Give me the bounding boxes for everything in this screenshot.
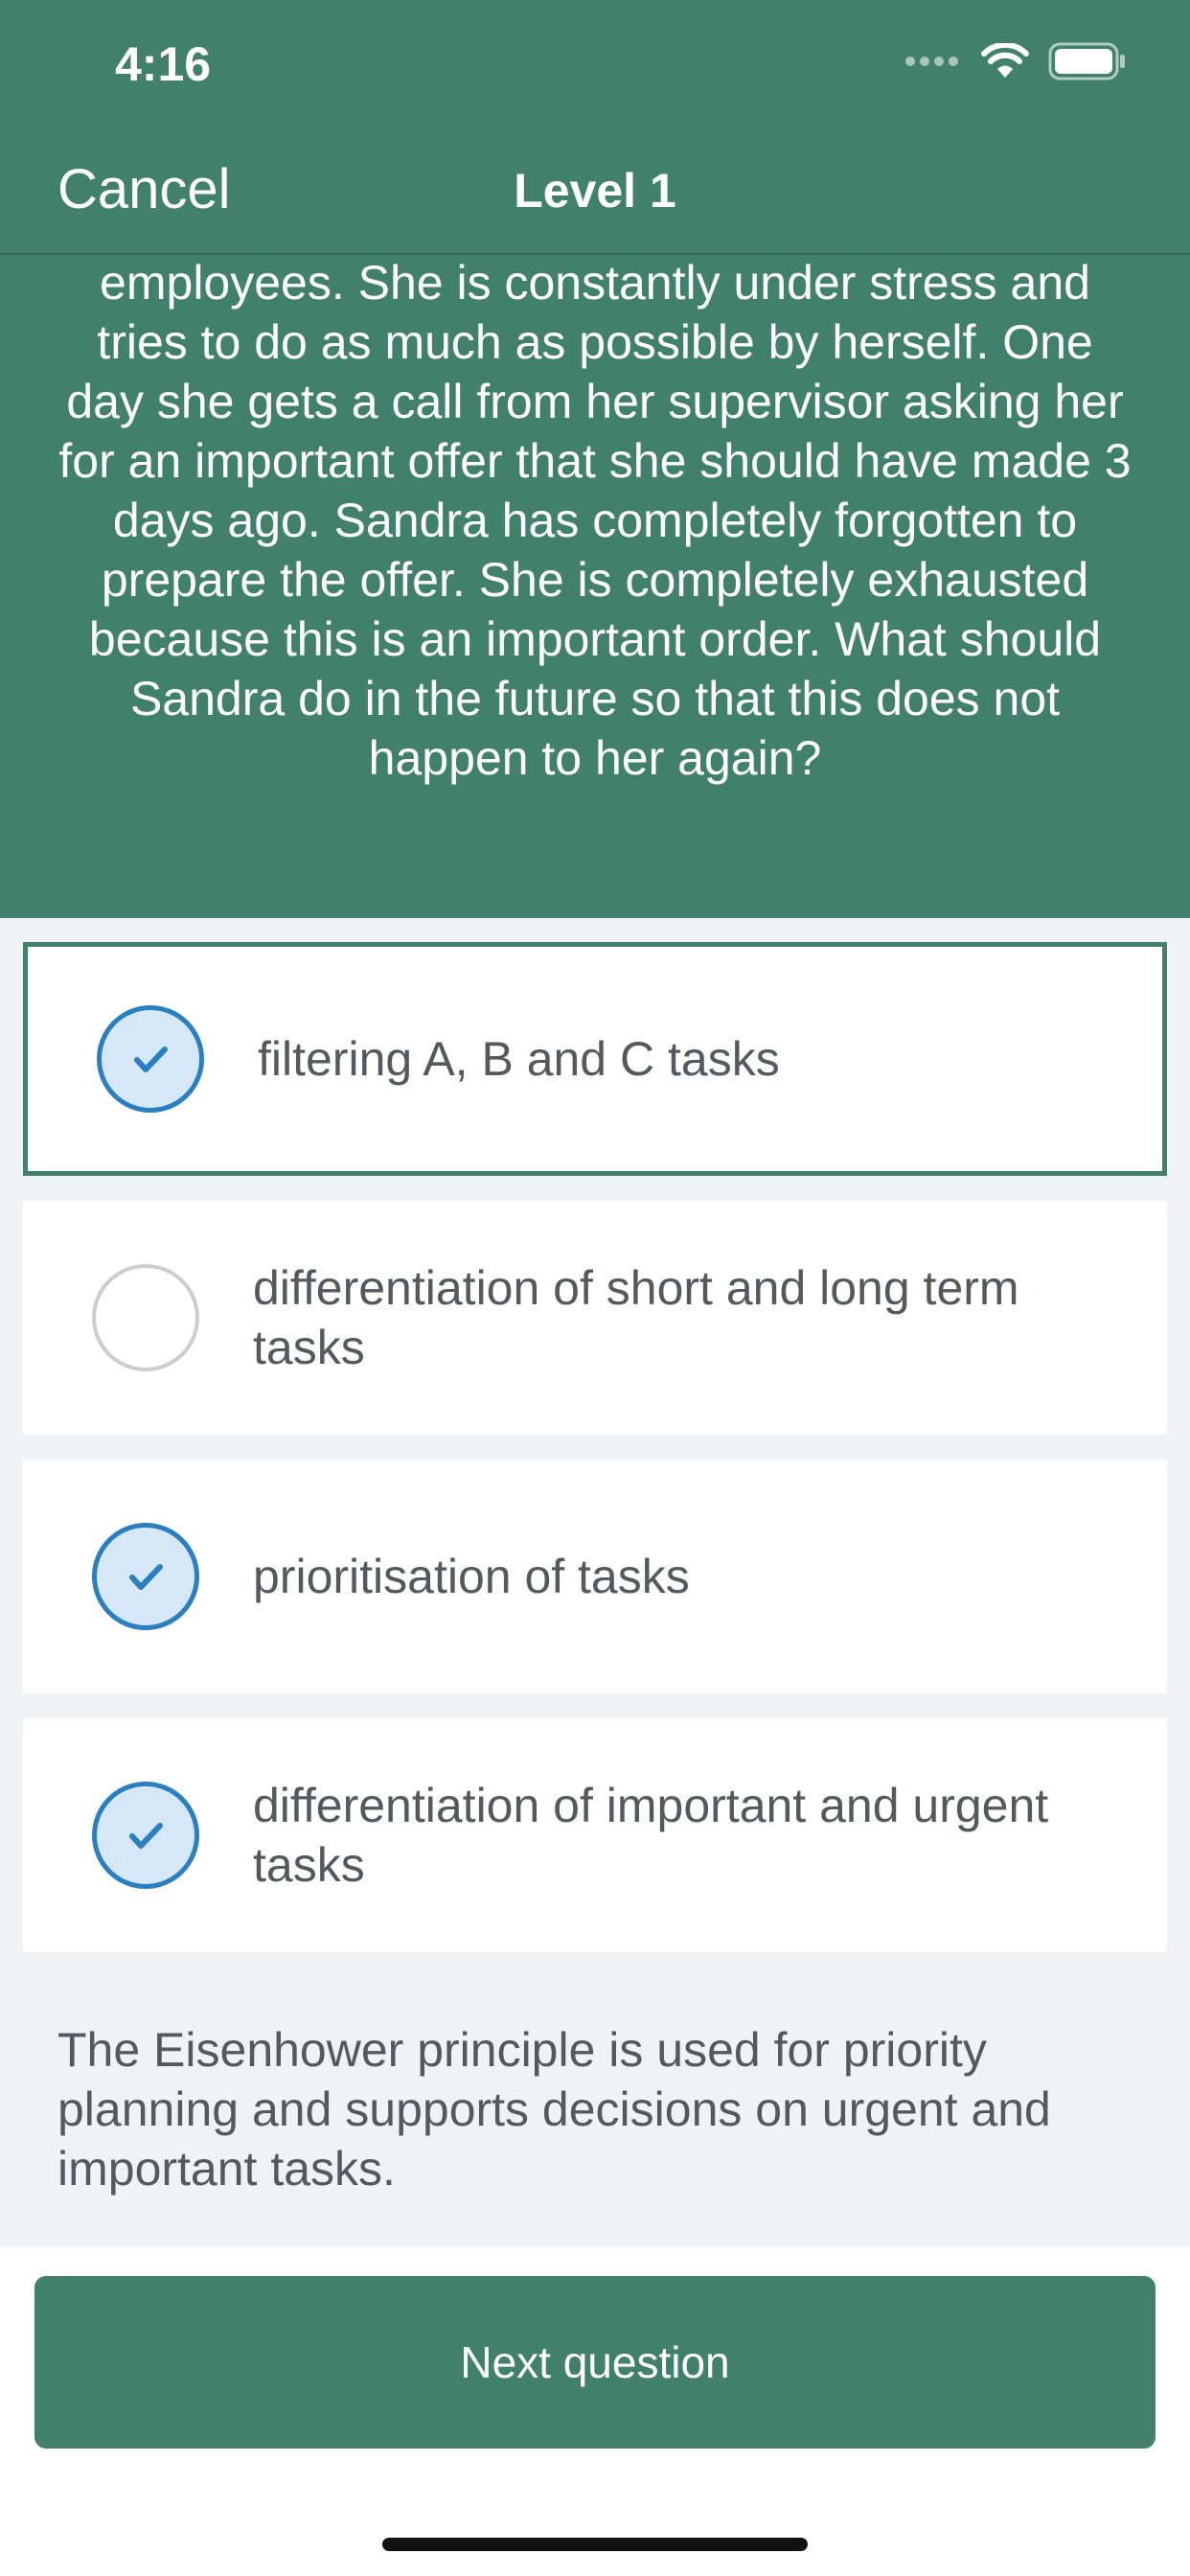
check-icon — [92, 1523, 199, 1630]
radio-empty-icon — [92, 1264, 199, 1371]
home-indicator[interactable] — [382, 2538, 808, 2551]
check-icon — [97, 1005, 204, 1113]
explanation-text: The Eisenhower principle is used for pri… — [57, 2023, 1051, 2196]
signal-icon — [905, 57, 958, 66]
check-icon — [92, 1782, 199, 1889]
answer-label: differentiation of short and long term t… — [253, 1261, 1019, 1374]
answer-label: differentiation of important and urgent … — [253, 1779, 1049, 1892]
answer-option-1[interactable]: filtering A, B and C tasks — [23, 942, 1167, 1176]
status-time: 4:16 — [115, 37, 212, 91]
footer: Next question — [0, 2247, 1190, 2576]
question-text: employees. She is constantly under stres… — [58, 256, 1132, 785]
question-header: 4:16 Cancel Level 1 employees. She is co… — [0, 0, 1190, 918]
answer-label: filtering A, B and C tasks — [258, 1032, 780, 1086]
wifi-icon — [981, 43, 1029, 78]
next-question-button[interactable]: Next question — [34, 2276, 1156, 2449]
navigation-bar: Cancel Level 1 — [0, 134, 1190, 255]
answer-option-3[interactable]: prioritisation of tasks — [23, 1460, 1167, 1693]
answer-option-2[interactable]: differentiation of short and long term t… — [23, 1201, 1167, 1435]
battery-icon — [1048, 42, 1125, 80]
answer-list: filtering A, B and C tasks differentiati… — [23, 942, 1167, 1977]
page-title: Level 1 — [514, 164, 676, 218]
status-icons — [905, 42, 1127, 80]
answer-label: prioritisation of tasks — [253, 1550, 690, 1603]
answer-option-4[interactable]: differentiation of important and urgent … — [23, 1718, 1167, 1952]
